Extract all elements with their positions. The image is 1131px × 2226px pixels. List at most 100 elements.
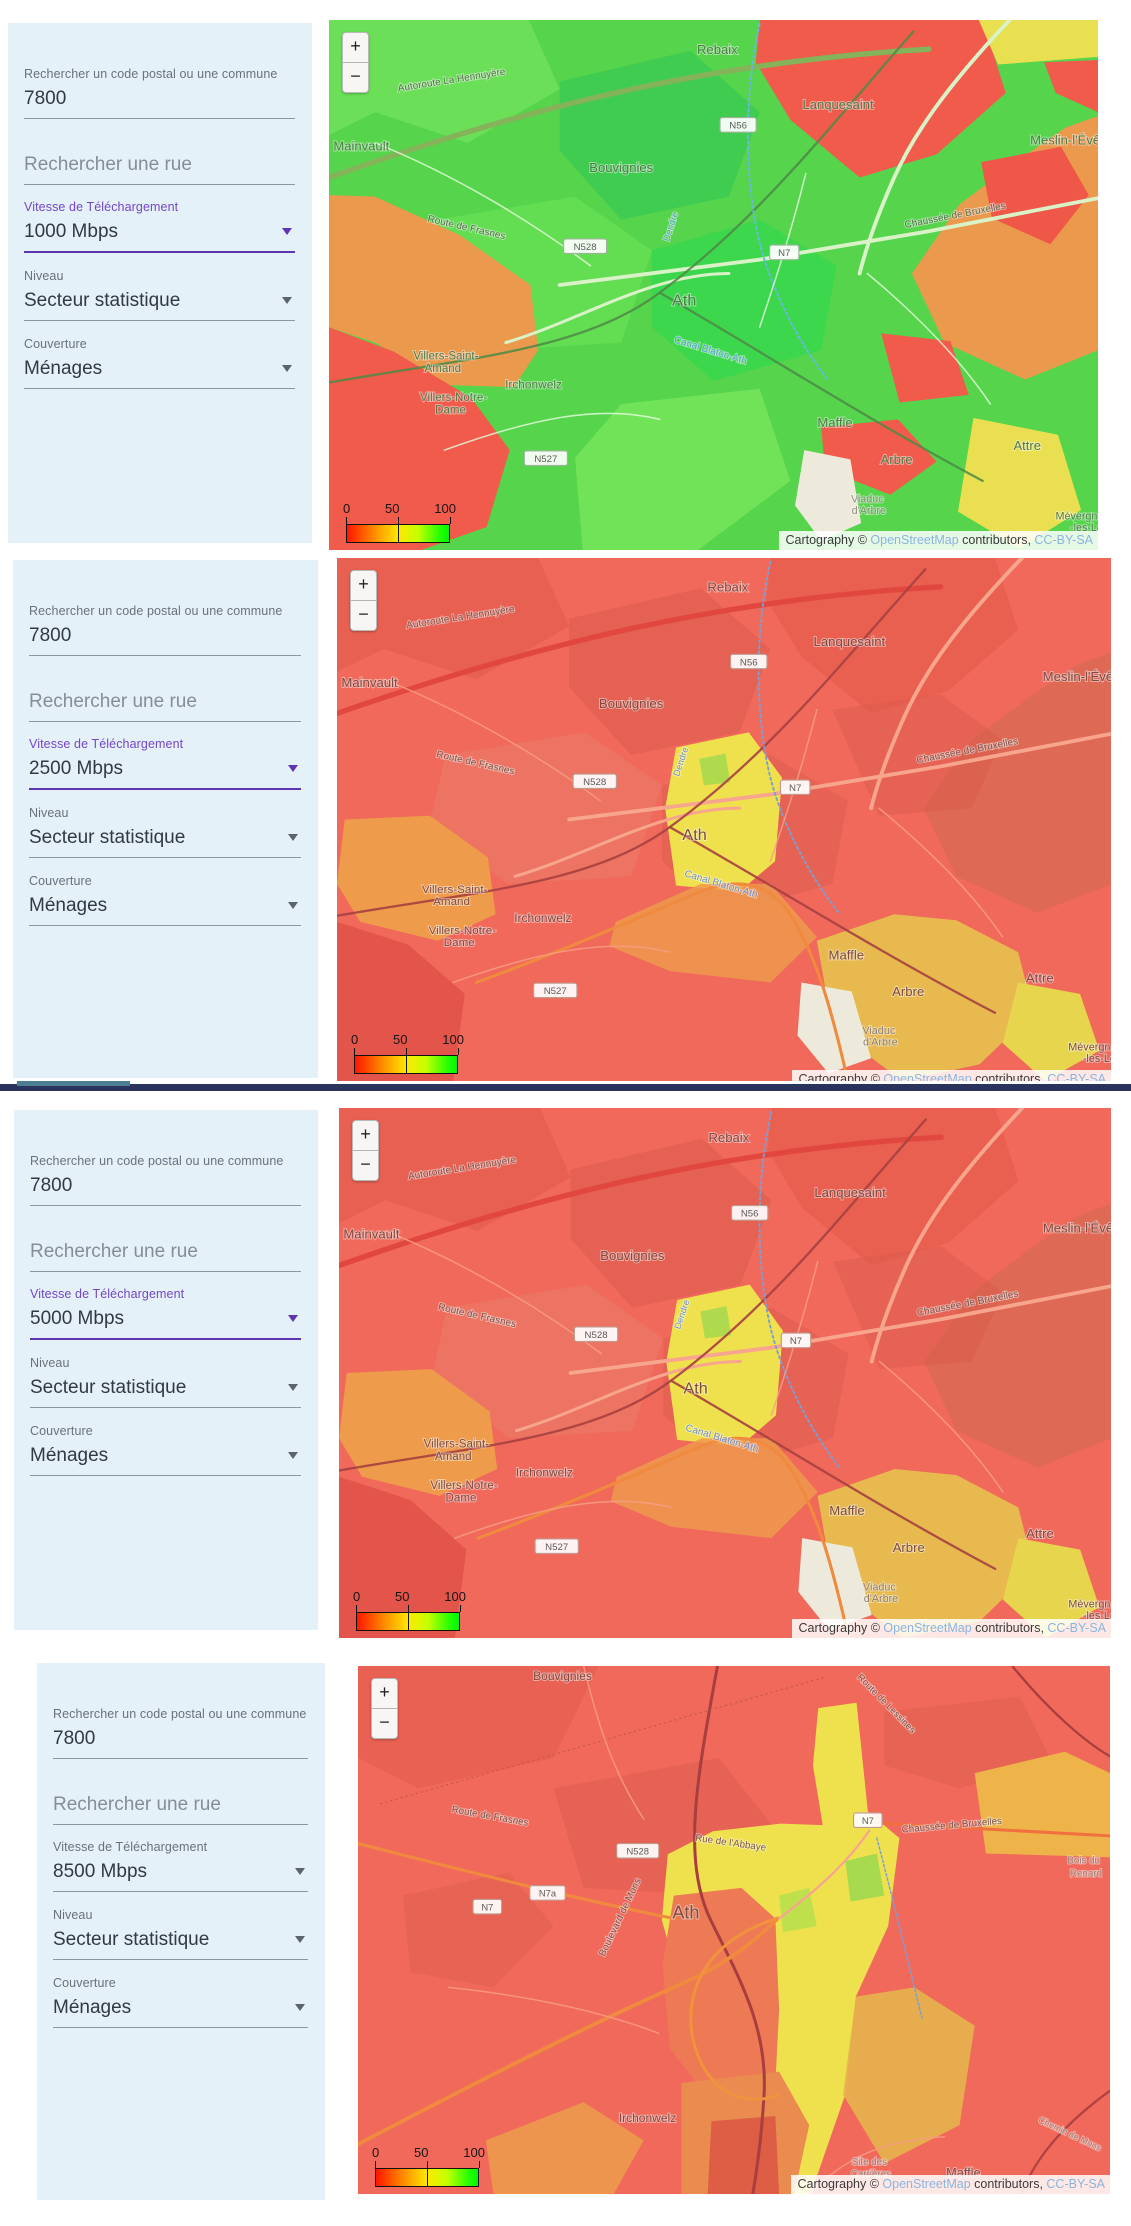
postal-code-field: Rechercher un code postal ou une commune bbox=[24, 67, 295, 119]
level-select[interactable]: Secteur statistique bbox=[53, 1927, 308, 1960]
zoom-in-button[interactable]: + bbox=[371, 1678, 398, 1709]
openstreetmap-link[interactable]: OpenStreetMap bbox=[883, 1072, 971, 1081]
zoom-in-button[interactable]: + bbox=[350, 570, 377, 601]
download-speed-select[interactable]: 1000 Mbps bbox=[24, 219, 295, 253]
svg-text:N56: N56 bbox=[740, 657, 758, 668]
coverage-field: Couverture Ménages bbox=[24, 337, 295, 389]
svg-text:d'Arbre: d'Arbre bbox=[863, 1036, 898, 1048]
page-divider-scroll-indicator bbox=[17, 1081, 130, 1086]
svg-text:N7a: N7a bbox=[539, 1889, 557, 1900]
filters-sidebar-4: Rechercher un code postal ou une commune… bbox=[37, 1663, 325, 2200]
svg-text:Bouvignies: Bouvignies bbox=[533, 1669, 592, 1683]
svg-text:Ath: Ath bbox=[672, 1902, 699, 1922]
svg-text:d'Arbre: d'Arbre bbox=[864, 1593, 898, 1605]
svg-text:N7: N7 bbox=[862, 1816, 874, 1827]
svg-text:Viaduc: Viaduc bbox=[863, 1581, 896, 1593]
street-field bbox=[30, 1239, 301, 1272]
map-zoom-controls: + − bbox=[352, 1120, 379, 1181]
level-select[interactable]: Secteur statistique bbox=[30, 1375, 301, 1408]
license-link[interactable]: CC-BY-SA bbox=[1047, 1621, 1106, 1635]
level-select[interactable]: Secteur statistique bbox=[29, 825, 301, 858]
legend-gradient-bar bbox=[346, 524, 450, 543]
chevron-down-icon bbox=[295, 1936, 305, 1943]
license-link[interactable]: CC-BY-SA bbox=[1034, 533, 1093, 547]
chevron-down-icon bbox=[288, 1384, 298, 1391]
download-speed-label: Vitesse de Téléchargement bbox=[30, 1287, 185, 1301]
svg-text:Mévergn: Mévergn bbox=[1068, 1042, 1110, 1054]
svg-text:Rebaix: Rebaix bbox=[697, 42, 738, 57]
coverage-map-2500mbps[interactable]: N56 N528 N7 N527 Rebaix Lanquesaint Mainvault B… bbox=[337, 558, 1111, 1081]
map-canvas: N56 N528 N7 N527 Rebaix Lanquesaint Mainvault B… bbox=[339, 1108, 1111, 1638]
chevron-down-icon bbox=[288, 1315, 298, 1322]
zoom-in-button[interactable]: + bbox=[352, 1120, 379, 1151]
postal-code-input[interactable] bbox=[53, 1728, 308, 1750]
postal-code-input[interactable] bbox=[24, 88, 295, 110]
download-speed-select[interactable]: 5000 Mbps bbox=[30, 1306, 301, 1340]
zoom-out-button[interactable]: − bbox=[352, 1151, 379, 1181]
download-speed-select[interactable]: 2500 Mbps bbox=[29, 756, 301, 790]
svg-text:N528: N528 bbox=[627, 1847, 649, 1858]
zoom-in-button[interactable]: + bbox=[342, 32, 369, 63]
coverage-legend: 0 50 100 bbox=[372, 2145, 485, 2187]
svg-text:Dame: Dame bbox=[435, 404, 466, 416]
svg-text:N527: N527 bbox=[545, 1542, 568, 1553]
level-field: Niveau Secteur statistique bbox=[24, 269, 295, 321]
svg-text:Amand: Amand bbox=[425, 363, 462, 375]
svg-text:Mainvault: Mainvault bbox=[341, 675, 398, 690]
postal-code-input[interactable] bbox=[29, 625, 301, 647]
svg-text:Irchonwelz: Irchonwelz bbox=[516, 1466, 573, 1480]
zoom-out-button[interactable]: − bbox=[371, 1709, 398, 1739]
openstreetmap-link[interactable]: OpenStreetMap bbox=[882, 2177, 970, 2191]
openstreetmap-link[interactable]: OpenStreetMap bbox=[870, 533, 958, 547]
level-select[interactable]: Secteur statistique bbox=[24, 288, 295, 321]
svg-text:Ath: Ath bbox=[684, 1380, 708, 1398]
openstreetmap-link[interactable]: OpenStreetMap bbox=[883, 1621, 971, 1635]
download-speed-field: Vitesse de Téléchargement 5000 Mbps bbox=[30, 1287, 301, 1340]
svg-text:Arbre: Arbre bbox=[893, 1540, 925, 1555]
chevron-down-icon bbox=[288, 834, 298, 841]
zoom-out-button[interactable]: − bbox=[350, 601, 377, 631]
svg-text:Lanquesaint: Lanquesaint bbox=[814, 634, 886, 649]
postal-code-label: Rechercher un code postal ou une commune bbox=[29, 604, 283, 618]
zoom-out-button[interactable]: − bbox=[342, 63, 369, 93]
coverage-select[interactable]: Ménages bbox=[24, 356, 295, 389]
street-search-input[interactable] bbox=[24, 154, 295, 176]
coverage-map-1000mbps[interactable]: N56 N528 N7 N527 Rebaix Lanquesaint Mainvault B… bbox=[329, 20, 1098, 550]
svg-text:Dame: Dame bbox=[446, 1492, 477, 1504]
coverage-map-5000mbps[interactable]: N56 N528 N7 N527 Rebaix Lanquesaint Mainvault B… bbox=[339, 1108, 1111, 1638]
coverage-select[interactable]: Ménages bbox=[29, 893, 301, 926]
street-search-input[interactable] bbox=[29, 691, 301, 713]
level-label: Niveau bbox=[24, 269, 64, 283]
postal-code-input[interactable] bbox=[30, 1175, 301, 1197]
street-field bbox=[29, 689, 301, 722]
svg-text:Amand: Amand bbox=[435, 1451, 472, 1463]
coverage-map-8500mbps[interactable]: N528 N7a N7 N7 Bouvignies Ath Maffle Irchonwelz… bbox=[358, 1666, 1110, 2194]
svg-text:Irchonwelz: Irchonwelz bbox=[619, 2111, 676, 2125]
map-canvas: N56 N528 N7 N527 Rebaix Lanquesaint Mainvault B… bbox=[329, 20, 1098, 550]
level-label: Niveau bbox=[53, 1908, 93, 1922]
level-label: Niveau bbox=[30, 1356, 70, 1370]
svg-text:Mainvault: Mainvault bbox=[333, 139, 389, 154]
svg-text:Viaduc: Viaduc bbox=[851, 493, 884, 505]
svg-text:Lanquesaint: Lanquesaint bbox=[814, 1185, 886, 1200]
postal-code-field: Rechercher un code postal ou une commune bbox=[30, 1154, 301, 1206]
svg-text:Attre: Attre bbox=[1026, 971, 1054, 986]
svg-text:Meslin-l'Évêq: Meslin-l'Évêq bbox=[1043, 669, 1111, 684]
chevron-down-icon bbox=[295, 2004, 305, 2011]
license-link[interactable]: CC-BY-SA bbox=[1046, 2177, 1105, 2191]
svg-text:-les-Le: -les-Le bbox=[1083, 1053, 1111, 1065]
svg-text:Irchonwelz: Irchonwelz bbox=[514, 911, 571, 925]
svg-text:Arbre: Arbre bbox=[881, 452, 913, 467]
postal-code-label: Rechercher un code postal ou une commune bbox=[24, 67, 278, 81]
street-search-input[interactable] bbox=[53, 1794, 308, 1816]
svg-text:d'Arbre: d'Arbre bbox=[852, 505, 886, 517]
download-speed-select[interactable]: 8500 Mbps bbox=[53, 1859, 308, 1892]
license-link[interactable]: CC-BY-SA bbox=[1047, 1072, 1106, 1081]
coverage-select[interactable]: Ménages bbox=[30, 1443, 301, 1476]
svg-text:Meslin-l'Évêq: Meslin-l'Évêq bbox=[1030, 132, 1098, 147]
coverage-label: Couverture bbox=[30, 1424, 93, 1438]
chevron-down-icon bbox=[288, 765, 298, 772]
map-attribution: Cartography © OpenStreetMap contributors… bbox=[791, 2175, 1110, 2194]
street-search-input[interactable] bbox=[30, 1241, 301, 1263]
coverage-select[interactable]: Ménages bbox=[53, 1995, 308, 2028]
